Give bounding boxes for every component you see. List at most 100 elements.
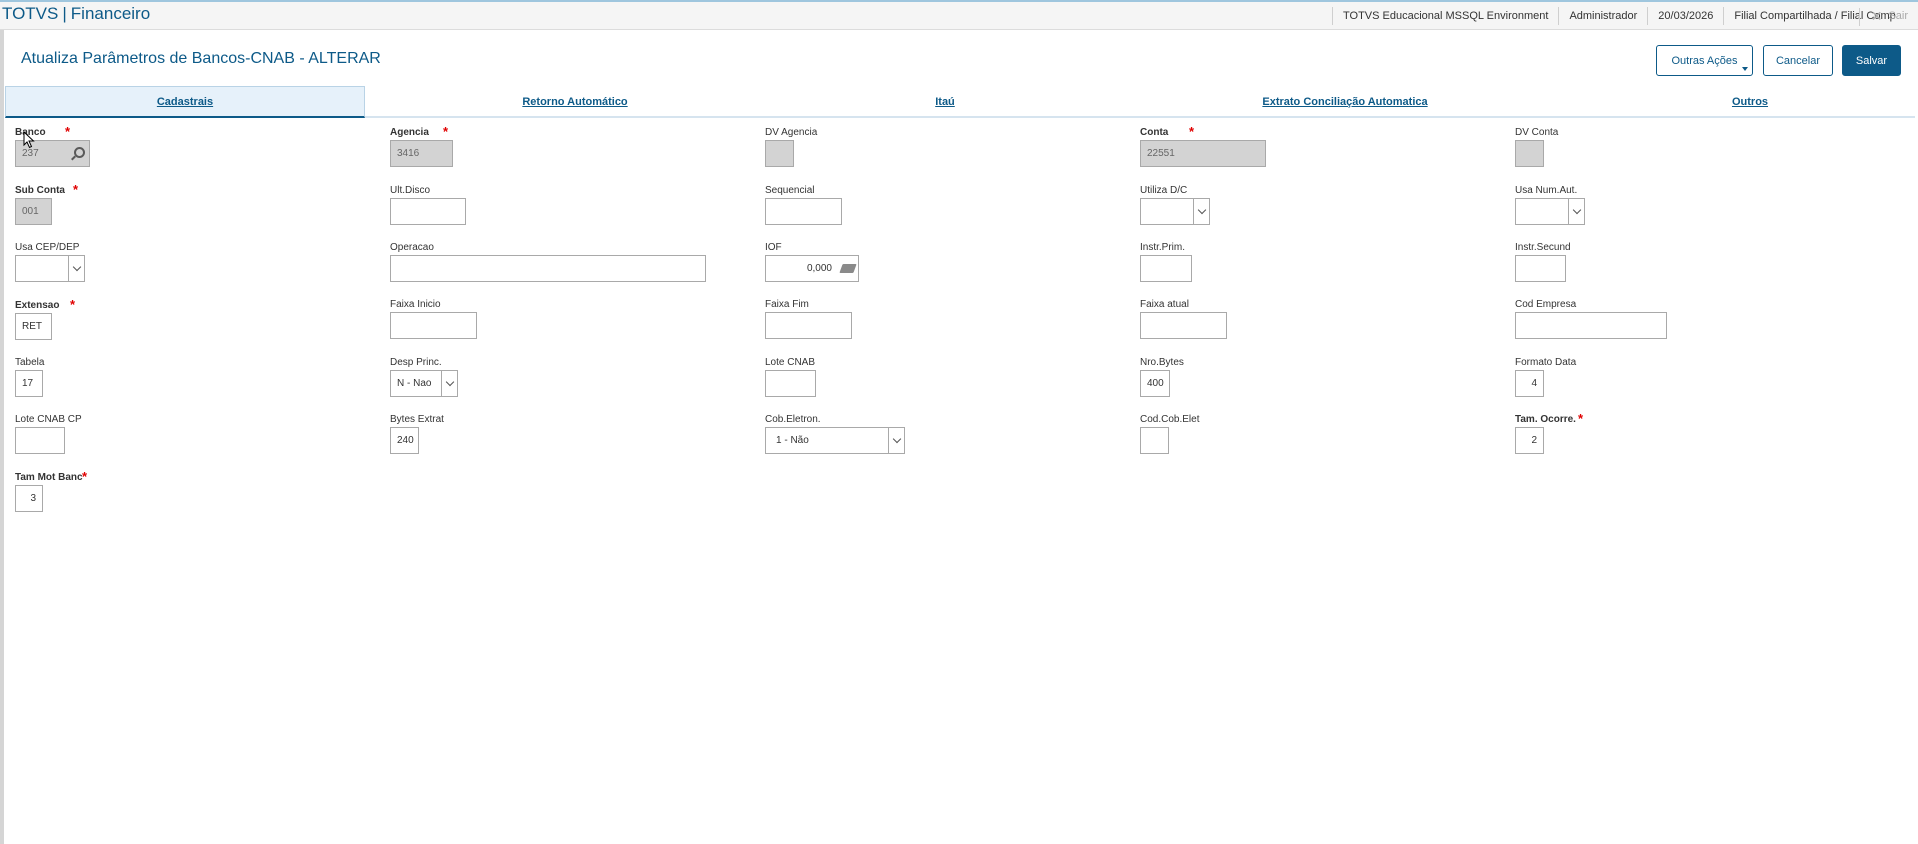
iof-input[interactable]: 0,000 [765, 255, 859, 282]
agencia-input[interactable]: 3416 [390, 140, 453, 167]
required-marker: * [82, 469, 88, 484]
dv-conta-input[interactable] [1515, 140, 1544, 167]
tam-mot-banc-label: Tam Mot Banc [15, 472, 83, 483]
faixa-fim-input[interactable] [765, 312, 852, 339]
extensao-label: Extensao [15, 300, 60, 311]
usa-cep-dep-select[interactable] [15, 255, 85, 282]
user-name: Administrador [1558, 7, 1647, 25]
utiliza-dc-label: Utiliza D/C [1140, 185, 1188, 196]
sub-conta-label: Sub Conta [15, 185, 65, 196]
app-title: TOTVS | Financeiro [2, 4, 151, 23]
exit-label: Sair [1888, 10, 1908, 22]
instr-secund-label: Instr.Secund [1515, 242, 1571, 253]
chevron-down-icon[interactable] [441, 371, 457, 396]
environment-name: TOTVS Educacional MSSQL Environment [1332, 7, 1558, 25]
faixa-atual-input[interactable] [1140, 312, 1227, 339]
bytes-extrat-label: Bytes Extrat [390, 414, 444, 425]
instr-prim-input[interactable] [1140, 255, 1192, 282]
tabela-label: Tabela [15, 357, 45, 368]
nro-bytes-input[interactable]: 400 [1140, 370, 1170, 397]
lote-cnab-cp-label: Lote CNAB CP [15, 414, 82, 425]
cancel-label: Cancelar [1775, 54, 1821, 67]
utiliza-dc-select[interactable] [1140, 198, 1210, 225]
desp-princ-select[interactable]: N - Nao [390, 370, 458, 397]
sequencial-input[interactable] [765, 198, 842, 225]
cod-cob-elet-input[interactable] [1140, 427, 1169, 454]
close-icon: ✕ [1870, 7, 1883, 24]
tab-retorno-automatico[interactable]: Retorno Automático [365, 86, 785, 118]
lote-cnab-input[interactable] [765, 370, 816, 397]
desp-princ-label: Desp Princ. [390, 357, 442, 368]
chevron-down-icon[interactable] [1568, 199, 1584, 224]
tab-bar: Cadastrais Retorno Automático Itaú Extra… [5, 86, 1915, 118]
sub-conta-input[interactable]: 001 [15, 198, 52, 225]
faixa-inicio-input[interactable] [390, 312, 477, 339]
usa-num-aut-label: Usa Num.Aut. [1515, 185, 1578, 196]
other-actions-label: Outras Ações [1671, 54, 1738, 67]
required-marker: * [1578, 411, 1584, 426]
banco-value: 237 [22, 148, 39, 159]
exit-button[interactable]: ✕ Sair [1870, 7, 1908, 24]
conta-input[interactable]: 22551 [1140, 140, 1266, 167]
tam-mot-banc-input[interactable]: 3 [15, 485, 43, 512]
cod-empresa-input[interactable] [1515, 312, 1667, 339]
chevron-down-icon[interactable] [1193, 199, 1209, 224]
chevron-down-icon[interactable] [68, 256, 84, 281]
operacao-input[interactable] [390, 255, 706, 282]
cob-eletron-label: Cob.Eletron. [765, 414, 821, 425]
tab-outros[interactable]: Outros [1585, 86, 1915, 118]
agencia-label: Agencia [390, 127, 429, 138]
iof-value: 0,000 [806, 263, 832, 274]
cob-eletron-select[interactable]: 1 - Não [765, 427, 905, 454]
faixa-fim-label: Faixa Fim [765, 299, 809, 310]
tab-extrato-conciliacao[interactable]: Extrato Conciliação Automatica [1105, 86, 1585, 118]
dv-agencia-label: DV Agencia [765, 127, 818, 138]
dv-conta-label: DV Conta [1515, 127, 1559, 138]
formato-data-label: Formato Data [1515, 357, 1577, 368]
system-date: 20/03/2026 [1647, 7, 1723, 25]
environment-info: TOTVS Educacional MSSQL Environment Admi… [1332, 2, 1906, 30]
calculator-icon[interactable] [839, 264, 857, 273]
required-marker: * [70, 297, 76, 312]
tab-itau[interactable]: Itaú [785, 86, 1105, 118]
left-edge-bar [0, 30, 4, 844]
required-marker: * [443, 124, 449, 139]
ult-disco-input[interactable] [390, 198, 466, 225]
cob-eletron-value: 1 - Não [776, 435, 809, 446]
usa-num-aut-select[interactable] [1515, 198, 1585, 225]
lote-cnab-cp-input[interactable] [15, 427, 65, 454]
iof-label: IOF [765, 242, 782, 253]
bytes-extrat-input[interactable]: 240 [390, 427, 419, 454]
desp-princ-value: N - Nao [397, 378, 432, 389]
search-icon[interactable] [74, 147, 85, 158]
faixa-inicio-label: Faixa Inicio [390, 299, 441, 310]
cancel-button[interactable]: Cancelar [1763, 45, 1833, 76]
dv-agencia-input[interactable] [765, 140, 794, 167]
exit-divider [1859, 8, 1860, 26]
save-label: Salvar [1855, 54, 1888, 67]
instr-secund-input[interactable] [1515, 255, 1566, 282]
tab-cadastrais[interactable]: Cadastrais [5, 86, 365, 118]
usa-cep-dep-label: Usa CEP/DEP [15, 242, 80, 253]
formato-data-input[interactable]: 4 [1515, 370, 1544, 397]
conta-label: Conta [1140, 127, 1169, 138]
cod-cob-elet-label: Cod.Cob.Elet [1140, 414, 1200, 425]
ult-disco-label: Ult.Disco [390, 185, 431, 196]
chevron-down-icon[interactable] [888, 428, 904, 453]
lote-cnab-label: Lote CNAB [765, 357, 816, 368]
instr-prim-label: Instr.Prim. [1140, 242, 1186, 253]
caret-down-icon [1742, 67, 1748, 71]
sequencial-label: Sequencial [765, 185, 815, 196]
extensao-input[interactable]: RET [15, 313, 52, 340]
tam-ocorre-input[interactable]: 2 [1515, 427, 1544, 454]
cod-empresa-label: Cod Empresa [1515, 299, 1577, 310]
top-bar: TOTVS | Financeiro TOTVS Educacional MSSQL… [0, 0, 1918, 30]
page-title: Atualiza Parâmetros de Bancos-CNAB - ALT… [21, 50, 381, 67]
other-actions-button[interactable]: Outras Ações [1656, 45, 1753, 76]
tabela-input[interactable]: 17 [15, 370, 43, 397]
nro-bytes-label: Nro.Bytes [1140, 357, 1184, 368]
app-brand: TOTVS [2, 4, 59, 23]
required-marker: * [73, 182, 79, 197]
save-button[interactable]: Salvar [1842, 45, 1901, 76]
required-marker: * [1189, 124, 1195, 139]
